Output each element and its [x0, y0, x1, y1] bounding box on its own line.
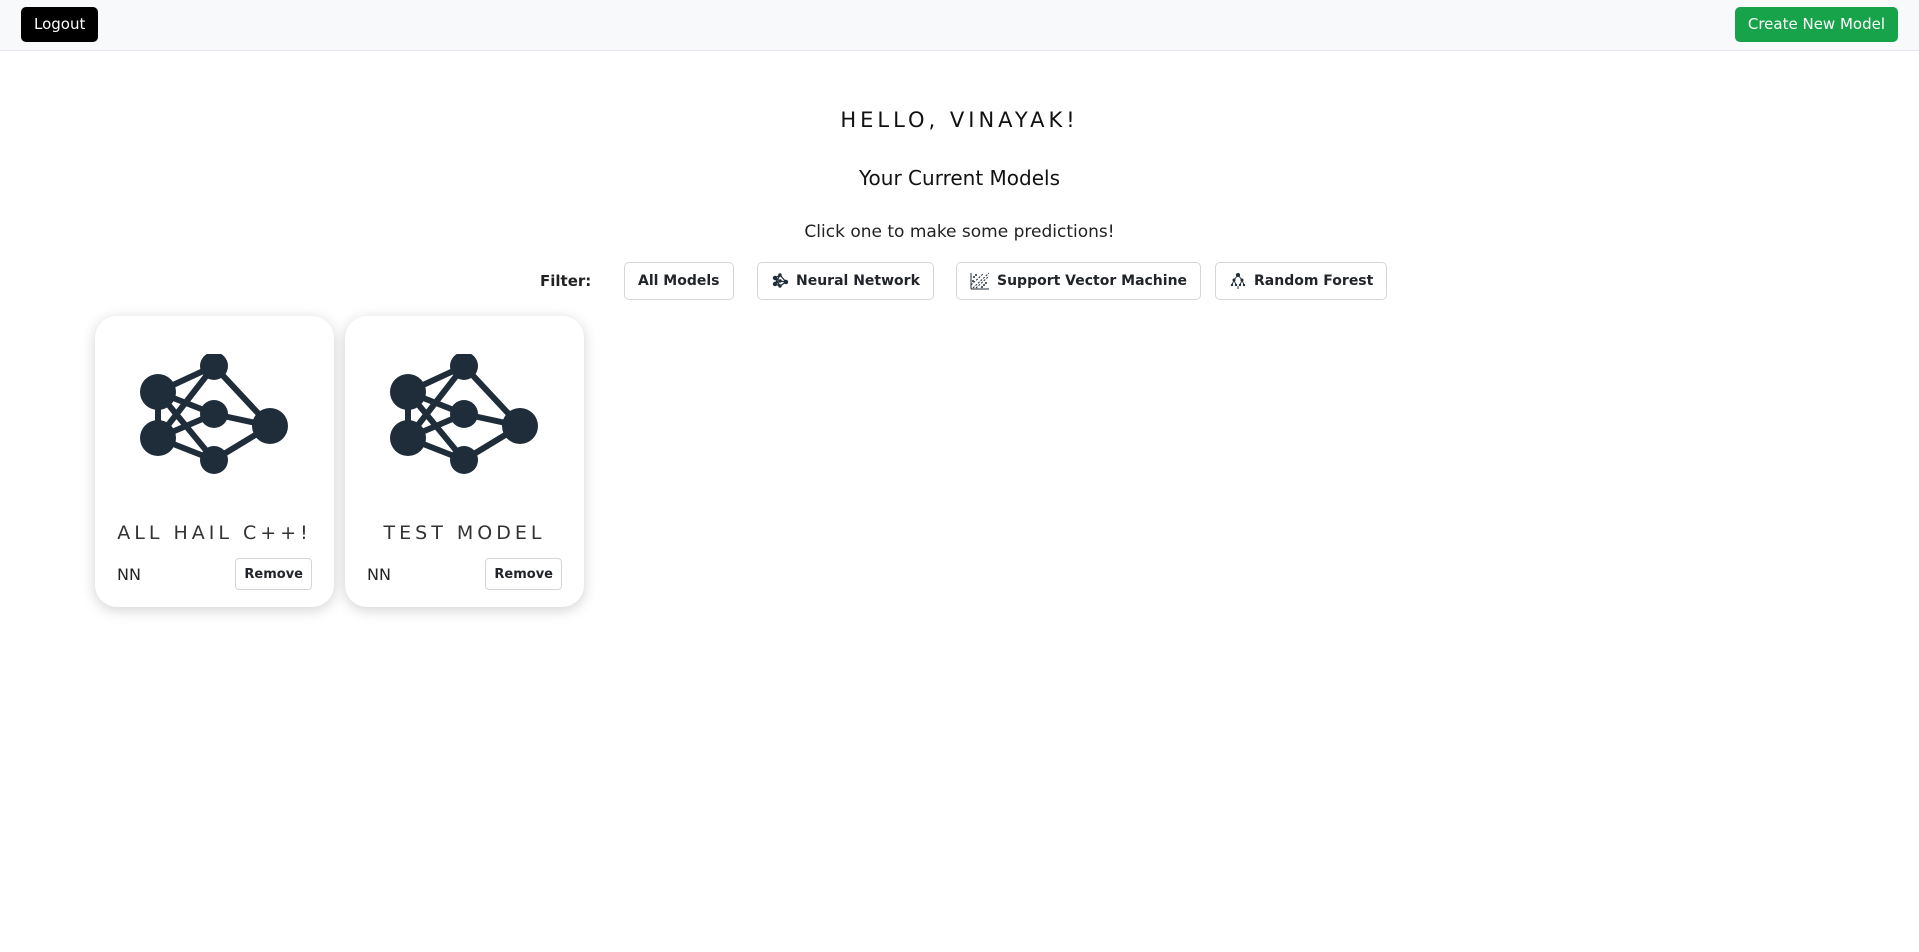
model-type: NN	[367, 565, 391, 584]
model-card[interactable]: TEST MODEL NN Remove	[345, 316, 584, 607]
remove-model-button[interactable]: Remove	[235, 558, 312, 590]
neural-network-icon	[390, 352, 540, 484]
filter-svm-button[interactable]: Support Vector Machine	[956, 262, 1202, 300]
neural-network-icon	[771, 273, 789, 289]
filter-option-label: All Models	[638, 273, 720, 289]
greeting-heading: HELLO, VINAYAK!	[840, 108, 1079, 132]
page-subtitle: Your Current Models	[859, 166, 1060, 190]
filter-bar: Filter: All Models Neural Network Suppor…	[0, 262, 1919, 300]
random-forest-icon	[1229, 272, 1247, 290]
create-new-model-button[interactable]: Create New Model	[1734, 7, 1898, 42]
model-name: ALL HAIL C++!	[117, 522, 312, 544]
neural-network-icon	[140, 352, 290, 484]
filter-all-models-button[interactable]: All Models	[624, 262, 734, 300]
filter-neural-network-button[interactable]: Neural Network	[757, 262, 934, 300]
filter-option-label: Support Vector Machine	[997, 273, 1188, 289]
model-card[interactable]: ALL HAIL C++! NN Remove	[95, 316, 334, 607]
remove-model-button[interactable]: Remove	[485, 558, 562, 590]
logout-button[interactable]: Logout	[21, 7, 99, 42]
instruction-text: Click one to make some predictions!	[804, 222, 1115, 242]
top-navbar: Logout Create New Model	[0, 0, 1919, 51]
filter-option-label: Random Forest	[1254, 273, 1374, 289]
filter-random-forest-button[interactable]: Random Forest	[1215, 262, 1388, 300]
model-type: NN	[117, 565, 141, 584]
model-name: TEST MODEL	[383, 522, 546, 544]
filter-label: Filter:	[540, 272, 592, 290]
filter-option-label: Neural Network	[796, 273, 920, 289]
svm-icon	[970, 272, 990, 290]
